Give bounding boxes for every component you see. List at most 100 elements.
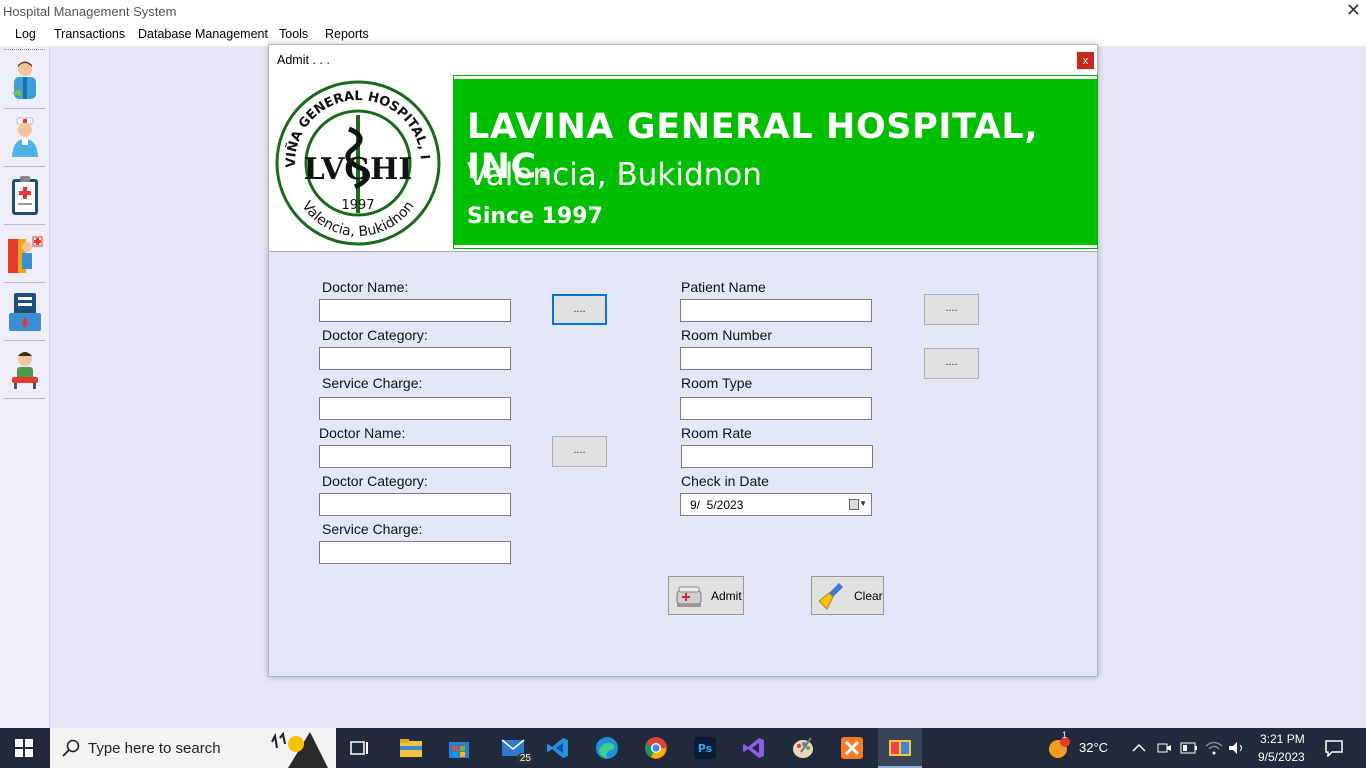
sidebar-item-patient[interactable]: [4, 52, 45, 109]
doctor-category-2-field[interactable]: [319, 493, 511, 516]
file-explorer-icon[interactable]: [397, 734, 425, 762]
sidebar-grip: [4, 49, 45, 50]
clock-date: 9/5/2023: [1258, 750, 1305, 764]
service-charge-label: Service Charge:: [322, 375, 423, 391]
clear-button[interactable]: Clear: [811, 576, 884, 615]
paint-icon[interactable]: [789, 734, 817, 762]
weather-badge: 1: [1062, 730, 1068, 740]
banner-location: Valencia, Bukidnon: [467, 157, 762, 193]
sidebar: [0, 47, 50, 728]
stretcher-icon: [676, 586, 702, 607]
service-charge-field[interactable]: [319, 397, 511, 420]
admit-button-label: Admit: [711, 589, 742, 603]
room-type-label: Room Type: [681, 375, 753, 391]
search-placeholder: Type here to search: [88, 740, 221, 757]
doctor-category-field[interactable]: [319, 347, 511, 370]
svg-text:Ps: Ps: [698, 742, 713, 755]
menu-reports[interactable]: Reports: [325, 27, 369, 41]
room-rate-field[interactable]: [681, 445, 873, 468]
sidebar-item-doctor[interactable]: [4, 226, 45, 283]
service-charge-2-field[interactable]: [319, 541, 511, 564]
battery-icon[interactable]: [1177, 734, 1201, 762]
menu-log[interactable]: Log: [15, 27, 36, 41]
blood-bank-icon: [8, 293, 41, 331]
doctor-browse-button[interactable]: ....: [552, 294, 607, 325]
sidebar-item-blood-bank[interactable]: [4, 284, 45, 341]
banner-divider: [269, 251, 1097, 252]
xampp-icon[interactable]: [838, 734, 866, 762]
admit-dialog: Admit . . . x LAVIÑA GENERAL HOSPITAL, I…: [268, 44, 1098, 677]
taskbar: Type here to search 25 Ps 1 32°C 3:21 PM…: [0, 728, 1366, 768]
room-rate-label: Room Rate: [681, 425, 752, 441]
chrome-icon[interactable]: [642, 734, 670, 762]
clock-time: 3:21 PM: [1260, 732, 1305, 746]
service-charge-2-label: Service Charge:: [322, 521, 423, 537]
patient-name-label: Patient Name: [681, 279, 766, 295]
check-in-date-picker[interactable]: 9/ 5/2023 ▼: [680, 493, 872, 516]
calendar-icon[interactable]: [849, 499, 859, 510]
broom-icon: [818, 583, 843, 610]
app-close-button[interactable]: ✕: [1346, 0, 1361, 20]
weather-icon[interactable]: 1: [1046, 730, 1074, 762]
hospital-app-icon[interactable]: [886, 734, 914, 762]
app-title: Hospital Management System: [3, 4, 177, 19]
search-highlight-icon: [258, 728, 336, 768]
meet-icon[interactable]: [1153, 734, 1175, 762]
dialog-titlebar: Admit . . . x: [269, 45, 1097, 75]
dialog-close-button[interactable]: x: [1076, 51, 1095, 70]
doctor-2-browse-button[interactable]: ....: [552, 436, 607, 467]
patient-icon: [11, 61, 36, 99]
menu-database-management[interactable]: Database Management: [138, 27, 268, 41]
doctor-name-2-field[interactable]: [319, 445, 511, 468]
room-number-field[interactable]: [680, 347, 872, 370]
doctor-name-2-label: Doctor Name:: [319, 425, 406, 441]
patient-browse-button[interactable]: ....: [924, 294, 979, 325]
store-icon[interactable]: [445, 734, 473, 762]
start-button[interactable]: [0, 728, 48, 768]
check-in-date-value: 9/ 5/2023: [690, 498, 744, 512]
chevron-up-icon[interactable]: [1128, 734, 1150, 762]
clipboard-icon: [11, 176, 38, 215]
visual-studio-icon[interactable]: [740, 734, 768, 762]
admit-button[interactable]: Admit: [668, 576, 744, 615]
hospital-logo: LAVIÑA GENERAL HOSPITAL, INC. Valencia, …: [269, 79, 441, 246]
wifi-icon[interactable]: [1203, 734, 1225, 762]
chevron-down-icon[interactable]: ▼: [859, 499, 867, 508]
mail-badge: 25: [516, 753, 534, 764]
banner-since: Since 1997: [467, 204, 603, 229]
banner: LAVINA GENERAL HOSPITAL, INC. Valencia, …: [453, 75, 1098, 249]
doctor-category-label: Doctor Category:: [322, 327, 428, 343]
dialog-title: Admit . . .: [277, 53, 330, 67]
logo-center-text: LVGHI: [304, 152, 413, 187]
mail-icon[interactable]: 25: [496, 734, 534, 764]
sidebar-item-waiting[interactable]: [4, 342, 45, 399]
search-icon: [62, 739, 80, 757]
menu-tools[interactable]: Tools: [279, 27, 308, 41]
volume-icon[interactable]: [1226, 734, 1248, 762]
notification-icon[interactable]: [1320, 734, 1348, 762]
clear-button-label: Clear: [854, 589, 883, 603]
photoshop-icon[interactable]: Ps: [691, 734, 719, 762]
room-type-field[interactable]: [680, 397, 872, 420]
sidebar-item-nurse[interactable]: [4, 110, 45, 167]
task-view-icon[interactable]: [346, 734, 374, 762]
menu-transactions[interactable]: Transactions: [54, 27, 125, 41]
check-in-date-label: Check in Date: [681, 473, 769, 489]
windows-icon: [15, 739, 33, 757]
patient-name-field[interactable]: [680, 299, 872, 322]
doctor-name-field[interactable]: [319, 299, 511, 322]
temperature: 32°C: [1079, 740, 1109, 755]
user-icon: [11, 352, 38, 389]
room-number-label: Room Number: [681, 327, 773, 343]
sidebar-item-records[interactable]: [4, 168, 45, 225]
vscode-icon[interactable]: [544, 734, 572, 762]
doctor-icon: [7, 236, 42, 273]
nurse-icon: [11, 117, 38, 157]
taskbar-search[interactable]: Type here to search: [50, 728, 336, 768]
doctor-name-label: Doctor Name:: [322, 279, 409, 295]
logo-year: 1997: [341, 198, 374, 213]
app-titlebar: Hospital Management System ✕: [0, 0, 1366, 23]
room-browse-button[interactable]: ....: [924, 348, 979, 379]
edge-icon[interactable]: [593, 734, 621, 762]
doctor-category-2-label: Doctor Category:: [322, 473, 428, 489]
